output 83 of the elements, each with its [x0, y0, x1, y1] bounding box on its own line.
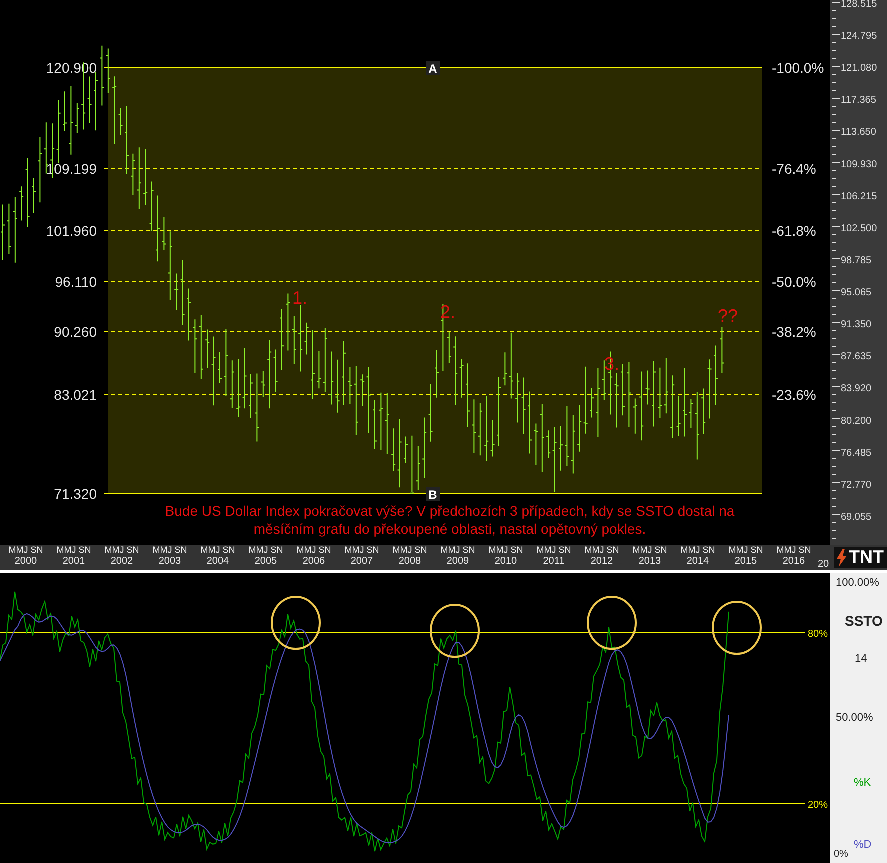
month-labels: MMJ SN — [392, 545, 428, 556]
fib-percent-label: -50.0% — [772, 274, 816, 290]
month-labels: MMJ SN — [8, 545, 44, 556]
anchor-marker: B — [426, 487, 440, 502]
month-labels: MMJ SN — [776, 545, 812, 556]
month-labels: MMJ SN — [56, 545, 92, 556]
scale-label: 100.00% — [836, 577, 880, 589]
year-label: 2006 — [302, 556, 326, 567]
axis-tick-label: 124.795 — [841, 31, 878, 42]
lightning-icon — [836, 548, 848, 566]
axis-tick-label: 121.080 — [841, 63, 878, 74]
month-labels: MMJ SN — [728, 545, 764, 556]
fib-percent-label: -23.6% — [772, 387, 816, 403]
year-label: 2004 — [206, 556, 230, 567]
fib-percent-label: -61.8% — [772, 223, 816, 239]
month-labels: MMJ SN — [344, 545, 380, 556]
year-label: 2016 — [782, 556, 806, 567]
year-label: 2013 — [638, 556, 662, 567]
legend-label: %D — [854, 839, 872, 851]
month-labels: MMJ SN — [680, 545, 716, 556]
month-labels: MMJ SN — [488, 545, 524, 556]
year-label: 2009 — [446, 556, 470, 567]
axis-tick-label: 80.200 — [841, 416, 872, 427]
highlight-circle — [587, 596, 637, 650]
month-labels: MMJ SN — [104, 545, 140, 556]
year-label: 2005 — [254, 556, 278, 567]
year-label: 2008 — [398, 556, 422, 567]
highlight-circle — [271, 596, 321, 650]
month-labels: MMJ SN — [248, 545, 284, 556]
indicator-period: 14 — [855, 653, 868, 665]
chart-note: Bude US Dollar Index pokračovat výše? V předchozích 3 případech, kdy se SSTO dostal na měsíčním grafu do překoupené oblasti, nastal opětovný pokles. — [164, 502, 736, 538]
axis-tick-label: 102.500 — [841, 223, 878, 234]
fib-price-label: 101.960 — [46, 223, 97, 239]
fib-percent-label: -38.2% — [772, 324, 816, 340]
axis-tick-label: 98.785 — [841, 255, 872, 266]
fib-price-label: 71.320 — [54, 486, 97, 502]
highlight-circle — [712, 601, 762, 655]
level-label: 20% — [808, 800, 828, 811]
fib-percent-label: -76.4% — [772, 161, 816, 177]
fib-price-label: 83.021 — [54, 387, 97, 403]
axis-tick-label: 69.055 — [841, 512, 872, 523]
fib-price-label: 90.260 — [54, 324, 97, 340]
month-labels: MMJ SN — [584, 545, 620, 556]
indicator-name: SSTO — [845, 613, 883, 629]
legend-label: %K — [854, 777, 872, 789]
year-label: 2014 — [686, 556, 710, 567]
annotation-label: ?? — [718, 306, 738, 326]
month-labels: MMJ SN — [200, 545, 236, 556]
axis-tick-label: 95.065 — [841, 288, 872, 299]
axis-tick-label: 109.930 — [841, 159, 878, 170]
month-labels: MMJ SN — [296, 545, 332, 556]
month-labels: MMJ SN — [440, 545, 476, 556]
year-label: 2007 — [350, 556, 374, 567]
fib-price-label: 96.110 — [55, 274, 97, 290]
axis-tick-label: 72.770 — [841, 480, 872, 491]
year-label: 2001 — [62, 556, 86, 567]
month-labels: MMJ SN — [536, 545, 572, 556]
year-label: 2000 — [14, 556, 38, 567]
year-label: 20 — [818, 559, 830, 570]
fib-percent-label: -100.0% — [772, 60, 824, 76]
axis-tick-label: 87.635 — [841, 352, 872, 363]
scale-label: 0% — [834, 849, 848, 860]
axis-tick-label: 83.920 — [841, 384, 872, 395]
level-label: 80% — [808, 629, 828, 640]
logo-text: TNT — [849, 547, 884, 568]
month-labels: MMJ SN — [632, 545, 668, 556]
axis-tick-label: 91.350 — [841, 320, 872, 331]
axis-tick-label: 106.215 — [841, 191, 878, 202]
year-label: 2012 — [590, 556, 614, 567]
axis-tick-label: 76.485 — [841, 448, 872, 459]
year-label: 2003 — [158, 556, 182, 567]
annotation-label: 1. — [292, 288, 308, 308]
highlight-circle — [430, 604, 480, 658]
axis-tick-label: 113.650 — [841, 127, 876, 138]
scale-label: 50.00% — [836, 712, 874, 724]
axis-tick-label: 117.365 — [841, 95, 876, 106]
axis-tick-label: 128.515 — [841, 0, 878, 10]
year-label: 2002 — [110, 556, 134, 567]
month-labels: MMJ SN — [152, 545, 188, 556]
year-label: 2010 — [494, 556, 518, 567]
year-label: 2015 — [734, 556, 758, 567]
year-label: 2011 — [543, 556, 565, 567]
anchor-marker: A — [426, 61, 440, 76]
